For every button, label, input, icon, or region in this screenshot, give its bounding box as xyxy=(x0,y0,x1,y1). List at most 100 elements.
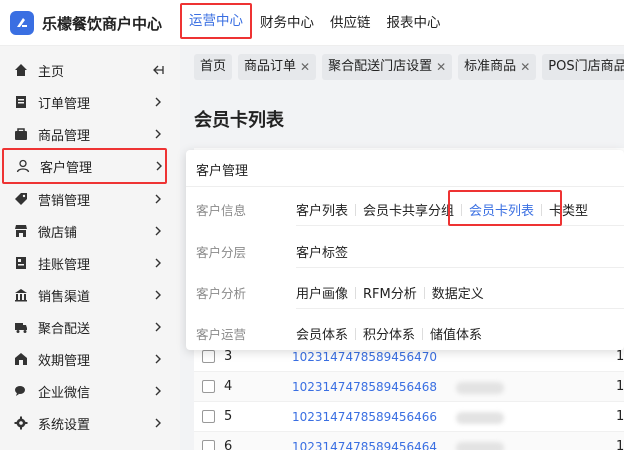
topnav-reports[interactable]: 报表中心 xyxy=(379,0,449,46)
sidebar-item-label: 主页 xyxy=(38,64,65,80)
sidebar-item-wecom[interactable]: 企业微信 xyxy=(0,375,180,407)
sidebar-item-label: 微店铺 xyxy=(38,225,78,241)
redacted-value xyxy=(456,382,504,394)
table-row[interactable]: 5 1023147478589456466 1 xyxy=(194,402,624,432)
menu-link-rfm-analysis[interactable]: RFM分析 xyxy=(363,283,417,302)
highlight-box xyxy=(448,190,562,226)
sidebar-item-ledger[interactable]: 挂账管理 xyxy=(0,247,180,279)
link-separator xyxy=(422,327,424,340)
row-number: 3 xyxy=(224,349,233,364)
chevron-right-icon xyxy=(152,128,164,140)
card-number-link[interactable]: 1023147478589456468 xyxy=(292,380,437,394)
tab-delivery-store-settings[interactable]: 聚合配送门店设置 ✕ xyxy=(322,54,453,80)
gear-icon xyxy=(14,416,28,430)
card-number-link[interactable]: 102314747858945647​0 xyxy=(292,350,437,364)
sidebar-item-label: 订单管理 xyxy=(38,96,91,112)
row-number: 6 xyxy=(224,439,233,450)
tab-pos-store-products[interactable]: POS门店商品 xyxy=(542,54,624,80)
menu-link-points-system[interactable]: 积分体系 xyxy=(363,324,415,343)
store-icon xyxy=(14,224,28,238)
page-title: 会员卡列表 xyxy=(194,110,284,131)
link-separator xyxy=(355,203,357,216)
sidebar-item-marketing[interactable]: 营销管理 xyxy=(0,183,180,215)
chevron-right-icon xyxy=(152,193,164,205)
sidebar-item-label: 挂账管理 xyxy=(38,257,91,273)
sidebar-item-label: 销售渠道 xyxy=(38,289,91,305)
topnav-supply-chain[interactable]: 供应链 xyxy=(322,0,379,46)
collapse-sidebar-icon[interactable] xyxy=(152,64,164,76)
row-trailing-value: 1 xyxy=(616,349,624,364)
sidebar-item-home[interactable]: 主页 xyxy=(0,54,180,86)
redacted-value xyxy=(456,412,504,424)
menu-link-membership-system[interactable]: 会员体系 xyxy=(296,324,348,343)
sidebar-item-delivery[interactable]: 聚合配送 xyxy=(0,311,180,343)
tab-label: 聚合配送门店设置 xyxy=(328,59,433,74)
tab-label: POS门店商品 xyxy=(548,59,624,74)
topnav-finance[interactable]: 财务中心 xyxy=(252,0,322,46)
menu-group-customer-operations: 客户运营 会员体系 积分体系 储值体系 xyxy=(186,314,624,350)
sidebar-item-products[interactable]: 商品管理 xyxy=(0,118,180,150)
menu-link-stored-value-system[interactable]: 储值体系 xyxy=(430,324,482,343)
menu-link-card-share-group[interactable]: 会员卡共享分组 xyxy=(363,200,454,219)
top-navigation: 运营中心 财务中心 供应链 报表中心 xyxy=(180,0,449,46)
chevron-right-icon xyxy=(152,321,164,333)
row-trailing-value: 1 xyxy=(616,439,624,450)
table-row[interactable]: 4 1023147478589456468 1 xyxy=(194,372,624,402)
order-icon xyxy=(14,95,28,109)
topnav-operations[interactable]: 运营中心 xyxy=(180,3,252,39)
menu-row-divider xyxy=(296,308,624,309)
redacted-value xyxy=(456,442,504,450)
chevron-right-icon xyxy=(152,353,164,365)
app-title: 乐檬餐饮商户中心 xyxy=(42,15,163,33)
menu-group-customer-analysis: 客户分析 用户画像 RFM分析 数据定义 xyxy=(186,273,624,309)
menu-group-label: 客户运营 xyxy=(196,327,247,342)
row-trailing-value: 1 xyxy=(616,409,624,424)
menu-link-user-profile[interactable]: 用户画像 xyxy=(296,283,348,302)
tag-icon xyxy=(14,192,28,206)
row-checkbox[interactable] xyxy=(202,350,215,363)
sidebar-item-label: 效期管理 xyxy=(38,353,91,369)
tab-product-orders[interactable]: 商品订单 ✕ xyxy=(238,54,317,80)
close-icon[interactable]: ✕ xyxy=(300,54,310,80)
sidebar-item-expiry[interactable]: 效期管理 xyxy=(0,343,180,375)
home-icon xyxy=(14,63,28,77)
page-tabs: 首页 商品订单 ✕ 聚合配送门店设置 ✕ 标准商品 ✕ POS门店商品 xyxy=(194,54,624,80)
chevron-right-icon xyxy=(152,257,164,269)
row-number: 5 xyxy=(224,409,233,424)
menu-row-divider xyxy=(296,267,624,268)
chevron-right-icon xyxy=(152,225,164,237)
expiry-icon xyxy=(14,352,28,366)
menu-group-label: 客户分析 xyxy=(196,286,247,301)
link-separator xyxy=(355,327,357,340)
sidebar-item-channels[interactable]: 销售渠道 xyxy=(0,279,180,311)
menu-group-label: 客户分层 xyxy=(196,245,247,260)
customer-management-menu: 客户管理 客户信息 客户列表 会员卡共享分组 会员卡列表 卡类型 客户分层 客户… xyxy=(186,150,624,350)
close-icon[interactable]: ✕ xyxy=(520,54,530,80)
menu-link-data-definition[interactable]: 数据定义 xyxy=(432,283,484,302)
sidebar-item-customers[interactable]: 客户管理 xyxy=(2,148,167,184)
table-row[interactable]: 6 1023147478589456464 1 xyxy=(194,432,624,450)
sidebar-item-orders[interactable]: 订单管理 xyxy=(0,86,180,118)
chevron-right-icon xyxy=(152,417,164,429)
sidebar-item-label: 客户管理 xyxy=(40,160,93,176)
close-icon[interactable]: ✕ xyxy=(436,54,446,80)
wechat-icon xyxy=(14,384,28,398)
card-number-link[interactable]: 1023147478589456466 xyxy=(292,410,437,424)
link-separator xyxy=(423,286,425,299)
menu-link-customer-tags[interactable]: 客户标签 xyxy=(296,242,348,261)
tab-standard-products[interactable]: 标准商品 ✕ xyxy=(458,54,537,80)
card-number-link[interactable]: 1023147478589456464 xyxy=(292,440,437,450)
row-checkbox[interactable] xyxy=(202,440,215,450)
channel-icon xyxy=(14,288,28,302)
product-icon xyxy=(14,127,28,141)
row-checkbox[interactable] xyxy=(202,380,215,393)
sidebar-item-micro-store[interactable]: 微店铺 xyxy=(0,215,180,247)
menu-link-customer-list[interactable]: 客户列表 xyxy=(296,200,348,219)
row-checkbox[interactable] xyxy=(202,410,215,423)
sidebar-item-settings[interactable]: 系统设置 xyxy=(0,407,180,439)
tab-home[interactable]: 首页 xyxy=(194,54,233,80)
menu-group-label: 客户信息 xyxy=(196,203,247,218)
delivery-icon xyxy=(14,320,28,334)
sidebar: 主页 订单管理 商品管理 客户管理 营销管理 微店铺 挂账管理 销售渠道 聚合配 xyxy=(0,46,180,450)
sidebar-item-label: 商品管理 xyxy=(38,128,91,144)
